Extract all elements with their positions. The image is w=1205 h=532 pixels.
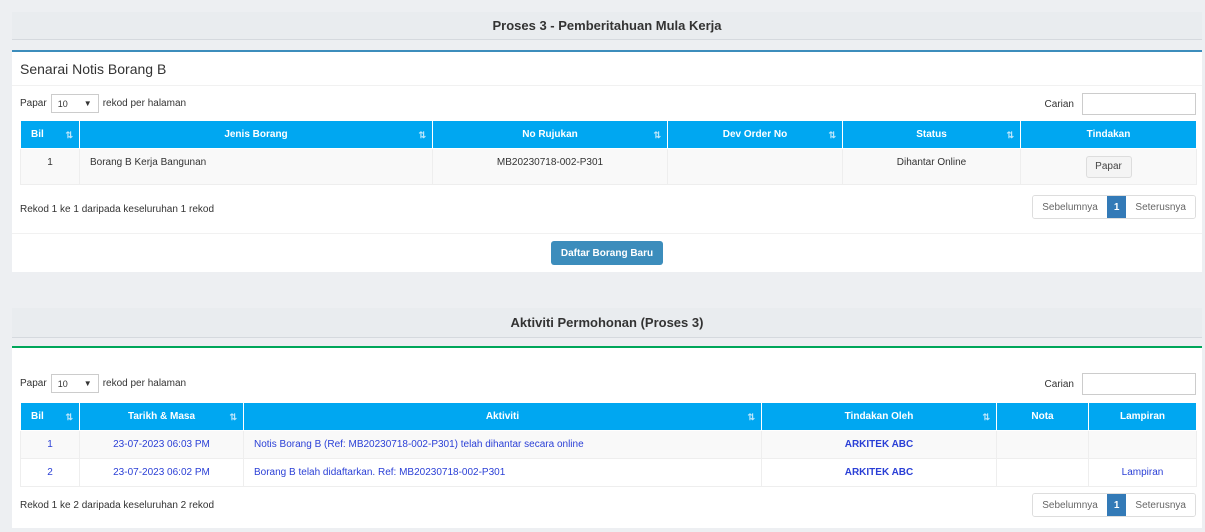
- table-info: Rekod 1 ke 1 daripada keseluruhan 1 reko…: [20, 204, 215, 215]
- table-row: 1 23-07-2023 06:03 PM Notis Borang B (Re…: [20, 430, 1197, 459]
- cell-tindakan: Papar: [1020, 148, 1197, 185]
- cell-aktiviti: Notis Borang B (Ref: MB20230718-002-P301…: [243, 430, 762, 459]
- notis-table: Bil ⇅ Jenis Borang ⇅ No Rujukan ⇅ Dev Order…: [20, 120, 1197, 185]
- search-input[interactable]: [1082, 93, 1196, 115]
- cell-aktiviti: Borang B telah didaftarkan. Ref: MB20230…: [243, 458, 762, 487]
- pagination-next[interactable]: Seterusnya: [1126, 196, 1195, 218]
- pagination-prev[interactable]: Sebelumnya: [1033, 196, 1107, 218]
- cell-tindakan-oleh: ARKITEK ABC: [761, 430, 997, 459]
- table-controls: Papar 10 ▼ rekod per halaman Carian: [12, 86, 1202, 120]
- col-header-status[interactable]: Status ⇅: [842, 120, 1021, 149]
- page-length-prefix: Papar: [20, 378, 47, 389]
- page-length-select[interactable]: 10 ▼: [50, 94, 99, 113]
- notis-borang-panel: Senarai Notis Borang B Papar 10 ▼ rekod …: [12, 50, 1202, 272]
- sort-icon: ⇅: [65, 412, 73, 422]
- page-length-value: 10: [57, 98, 68, 109]
- table-row: 2 23-07-2023 06:02 PM Borang B telah did…: [20, 458, 1197, 487]
- col-header-no-rujukan[interactable]: No Rujukan ⇅: [432, 120, 668, 149]
- panel-footer: Daftar Borang Baru: [12, 233, 1202, 272]
- daftar-borang-baru-button[interactable]: Daftar Borang Baru: [550, 241, 664, 265]
- cell-bil: 2: [20, 458, 80, 487]
- search-box: Carian: [1045, 373, 1196, 395]
- aktiviti-panel: Papar 10 ▼ rekod per halaman Carian Bil ⇅…: [12, 346, 1202, 528]
- pagination-page-1[interactable]: 1: [1106, 494, 1127, 516]
- sort-icon: ⇅: [418, 130, 426, 140]
- cell-tarikh: 23-07-2023 06:02 PM: [79, 458, 244, 487]
- cell-jenis-borang: Borang B Kerja Bangunan: [79, 148, 433, 185]
- search-label: Carian: [1044, 378, 1074, 390]
- col-header-bil[interactable]: Bil ⇅: [20, 402, 80, 431]
- lampiran-link[interactable]: Lampiran: [1088, 458, 1197, 487]
- page-length: Papar 10 ▼ rekod per halaman: [20, 374, 186, 393]
- col-header-nota: Nota: [996, 402, 1089, 431]
- cell-bil: 1: [20, 148, 80, 185]
- page-length-value: 10: [57, 378, 68, 389]
- col-header-lampiran: Lampiran: [1088, 402, 1197, 431]
- cell-nota: [996, 458, 1089, 487]
- page-length-suffix: rekod per halaman: [102, 378, 187, 389]
- sort-icon: ⇅: [747, 412, 755, 422]
- cell-lampiran: [1088, 430, 1197, 459]
- sort-icon: ⇅: [982, 412, 990, 422]
- cell-nota: [996, 430, 1089, 459]
- table-info: Rekod 1 ke 2 daripada keseluruhan 2 reko…: [20, 500, 215, 511]
- col-header-tarikh[interactable]: Tarikh & Masa ⇅: [79, 402, 244, 431]
- cell-status: Dihantar Online: [842, 148, 1021, 185]
- sort-icon: ⇅: [229, 412, 237, 422]
- cell-tarikh: 23-07-2023 06:03 PM: [79, 430, 244, 459]
- col-header-tindakan-oleh[interactable]: Tindakan Oleh ⇅: [761, 402, 997, 431]
- pagination: Sebelumnya 1 Seterusnya: [1032, 493, 1196, 517]
- aktiviti-table: Bil ⇅ Tarikh & Masa ⇅ Aktiviti ⇅ Tindakan O…: [20, 402, 1197, 487]
- search-box: Carian: [1045, 93, 1196, 115]
- chevron-down-icon: ▼: [83, 99, 92, 108]
- col-header-tindakan: Tindakan: [1020, 120, 1197, 149]
- chevron-down-icon: ▼: [83, 379, 92, 388]
- col-header-jenis-borang[interactable]: Jenis Borang ⇅: [79, 120, 433, 149]
- search-label: Carian: [1044, 98, 1074, 110]
- pagination-page-1[interactable]: 1: [1106, 196, 1127, 218]
- page-length: Papar 10 ▼ rekod per halaman: [20, 94, 186, 113]
- sort-icon: ⇅: [1006, 130, 1014, 140]
- page-length-prefix: Papar: [20, 98, 47, 109]
- col-header-bil[interactable]: Bil ⇅: [20, 120, 80, 149]
- section-title-proses-3: Proses 3 - Pemberitahuan Mula Kerja: [12, 12, 1202, 40]
- col-header-aktiviti[interactable]: Aktiviti ⇅: [243, 402, 762, 431]
- pagination: Sebelumnya 1 Seterusnya: [1032, 195, 1196, 219]
- cell-bil: 1: [20, 430, 80, 459]
- section-title-aktiviti: Aktiviti Permohonan (Proses 3): [12, 308, 1202, 338]
- page-length-suffix: rekod per halaman: [102, 98, 187, 109]
- sort-icon: ⇅: [65, 130, 73, 140]
- col-header-dev-order[interactable]: Dev Order No ⇅: [667, 120, 843, 149]
- page-length-select[interactable]: 10 ▼: [50, 374, 99, 393]
- pagination-next[interactable]: Seterusnya: [1126, 494, 1195, 516]
- cell-dev-order: [667, 148, 843, 185]
- table-row: 1 Borang B Kerja Bangunan MB20230718-002…: [20, 148, 1197, 185]
- papar-button[interactable]: Papar: [1085, 155, 1132, 178]
- table-controls: Papar 10 ▼ rekod per halaman Carian: [12, 366, 1202, 402]
- cell-no-rujukan: MB20230718-002-P301: [432, 148, 668, 185]
- cell-tindakan-oleh: ARKITEK ABC: [761, 458, 997, 487]
- sort-icon: ⇅: [828, 130, 836, 140]
- pagination-prev[interactable]: Sebelumnya: [1033, 494, 1107, 516]
- search-input[interactable]: [1082, 373, 1196, 395]
- panel-title: Senarai Notis Borang B: [12, 52, 1202, 86]
- sort-icon: ⇅: [653, 130, 661, 140]
